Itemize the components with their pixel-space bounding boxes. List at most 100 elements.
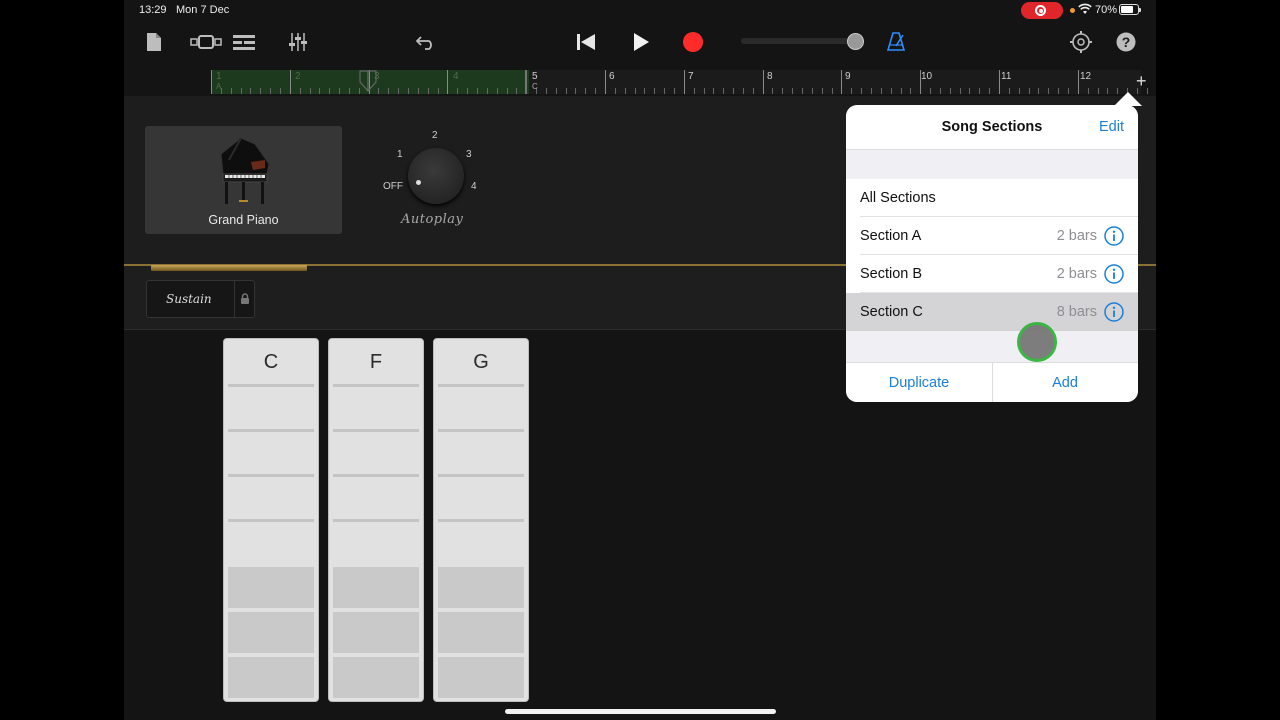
- ruler-tick: [575, 88, 577, 94]
- ruler-tick: [279, 88, 281, 94]
- ruler-tick: [752, 88, 754, 94]
- add-section-button[interactable]: +: [1136, 71, 1147, 92]
- info-icon[interactable]: [1104, 302, 1124, 322]
- bass-note-cell[interactable]: [438, 567, 524, 608]
- ruler-tick: [329, 88, 331, 94]
- autoplay-knob[interactable]: [408, 148, 464, 204]
- ruler-section-marker-a: A: [216, 82, 222, 91]
- status-date: Mon 7 Dec: [176, 4, 230, 16]
- autoplay-position-4[interactable]: 4: [471, 181, 477, 192]
- screen-recording-indicator[interactable]: [1021, 2, 1063, 19]
- knob-indicator: [416, 180, 421, 185]
- ruler-bar-1: 1: [216, 71, 222, 82]
- timeline-ruler[interactable]: 1 2 3 4 5 6 7 8 9 10 11 12 A C: [211, 70, 1148, 94]
- help-icon[interactable]: ?: [1115, 22, 1137, 62]
- instrument-selector[interactable]: Grand Piano: [145, 126, 342, 234]
- ruler-tick: [1038, 88, 1040, 94]
- browser-icon[interactable]: [189, 22, 223, 62]
- play-icon[interactable]: [629, 22, 653, 62]
- bass-note-cell[interactable]: [333, 612, 419, 653]
- ruler-tick: [624, 88, 626, 94]
- section-row-b[interactable]: Section B 2 bars: [846, 255, 1138, 293]
- ruler-tick: [792, 88, 794, 94]
- ruler-tick: [654, 88, 656, 94]
- ruler-tick: [634, 88, 636, 94]
- bass-note-cell[interactable]: [228, 567, 314, 608]
- undo-icon[interactable]: [415, 22, 437, 62]
- section-row-c[interactable]: Section C 8 bars: [846, 293, 1138, 331]
- bass-note-cell[interactable]: [228, 612, 314, 653]
- ruler-tick: [930, 88, 932, 94]
- chord-strip-f[interactable]: F: [328, 338, 424, 702]
- ruler-tick: [447, 70, 449, 94]
- home-indicator[interactable]: [505, 709, 776, 714]
- add-button[interactable]: Add: [992, 363, 1138, 402]
- svg-text:?: ?: [1122, 34, 1131, 50]
- bass-note-cell[interactable]: [438, 612, 524, 653]
- ruler-tick: [260, 88, 262, 94]
- ruler-tick: [230, 88, 232, 94]
- bass-note-cell[interactable]: [438, 657, 524, 698]
- playhead[interactable]: [359, 70, 377, 92]
- song-sections-popover: Song Sections Edit All Sections Section …: [846, 105, 1138, 402]
- ruler-tick: [703, 88, 705, 94]
- ruler-tick: [890, 88, 892, 94]
- ruler-tick: [309, 88, 311, 94]
- ruler-tick: [614, 88, 616, 94]
- duplicate-button[interactable]: Duplicate: [846, 363, 992, 402]
- chord-strip-g[interactable]: G: [433, 338, 529, 702]
- panel-handle[interactable]: [151, 265, 307, 271]
- go-to-beginning-icon[interactable]: [574, 22, 598, 62]
- record-icon[interactable]: [681, 22, 705, 62]
- my-songs-icon[interactable]: [144, 22, 164, 62]
- ruler-tick: [427, 88, 429, 94]
- ruler-bar-2: 2: [295, 71, 301, 82]
- autoplay-position-1[interactable]: 1: [397, 149, 403, 160]
- ruler-tick: [516, 88, 518, 94]
- ruler-tick: [417, 88, 419, 94]
- ruler-tick: [939, 88, 941, 94]
- ruler-tick: [644, 88, 646, 94]
- section-boundary: [525, 70, 527, 94]
- list-spacer: [846, 150, 1138, 179]
- chord-divider: [333, 384, 419, 387]
- ruler-tick: [831, 88, 833, 94]
- ruler-tick: [870, 88, 872, 94]
- autoplay-position-off[interactable]: OFF: [383, 181, 403, 192]
- ruler-bar-4: 4: [453, 71, 459, 82]
- ruler-bar-12: 12: [1080, 71, 1092, 82]
- chord-divider: [228, 384, 314, 387]
- master-volume-slider[interactable]: [741, 38, 856, 44]
- section-row-all[interactable]: All Sections: [846, 179, 1138, 217]
- mixer-icon[interactable]: [287, 22, 309, 62]
- edit-button[interactable]: Edit: [1099, 119, 1124, 135]
- ruler-bar-10: 10: [921, 71, 933, 82]
- info-icon[interactable]: [1104, 264, 1124, 284]
- chord-name: C: [263, 351, 279, 373]
- autoplay-position-2[interactable]: 2: [432, 130, 438, 141]
- settings-icon[interactable]: [1069, 22, 1093, 62]
- autoplay-position-3[interactable]: 3: [466, 149, 472, 160]
- ruler-bar-6: 6: [609, 71, 615, 82]
- chord-name: G: [473, 351, 489, 373]
- tracks-view-icon[interactable]: [232, 22, 256, 62]
- section-row-a[interactable]: Section A 2 bars: [846, 217, 1138, 255]
- ruler-tick: [910, 88, 912, 94]
- metronome-icon[interactable]: [884, 22, 908, 62]
- ruler-tick: [1087, 88, 1089, 94]
- grand-piano-icon: [220, 137, 270, 204]
- master-volume-knob[interactable]: [847, 33, 864, 50]
- bass-note-cell[interactable]: [333, 657, 419, 698]
- ruler-tick: [250, 88, 252, 94]
- lock-icon[interactable]: [240, 293, 250, 305]
- ruler-tick: [1077, 70, 1079, 94]
- ruler-bar-7: 7: [688, 71, 694, 82]
- sustain-button[interactable]: Sustain: [146, 280, 255, 318]
- info-icon[interactable]: [1104, 226, 1124, 246]
- touch-indicator: [1017, 322, 1057, 362]
- chord-strip-c[interactable]: C: [223, 338, 319, 702]
- list-spacer: [846, 331, 1138, 362]
- bass-note-cell[interactable]: [228, 657, 314, 698]
- section-label: Section A: [860, 228, 922, 244]
- bass-note-cell[interactable]: [333, 567, 419, 608]
